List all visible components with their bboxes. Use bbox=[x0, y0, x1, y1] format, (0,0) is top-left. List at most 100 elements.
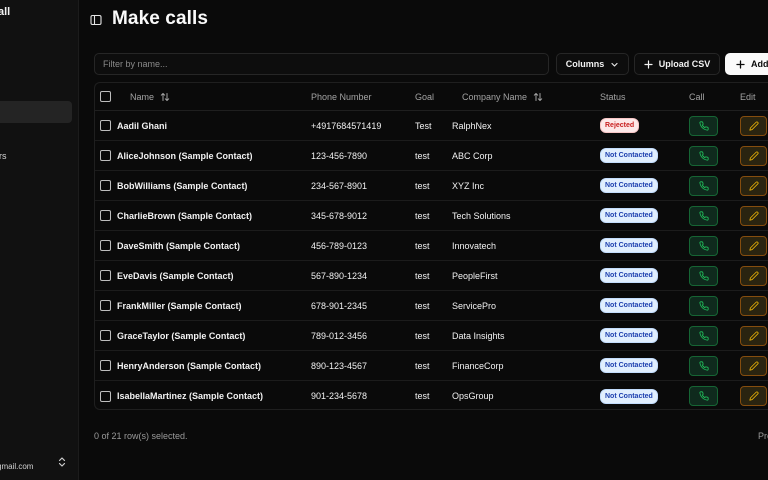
phone-icon bbox=[698, 210, 709, 221]
call-button[interactable] bbox=[689, 115, 718, 136]
phone-icon bbox=[698, 330, 709, 341]
edit-button[interactable] bbox=[740, 115, 767, 136]
company-name: OpsGroup bbox=[452, 391, 494, 401]
edit-button[interactable] bbox=[740, 235, 767, 256]
phone-number: 123-456-7890 bbox=[311, 150, 368, 161]
add-contact-button[interactable]: Add bbox=[725, 53, 768, 75]
contact-name: IsabellaMartinez (Sample Contact) bbox=[117, 391, 264, 401]
row-checkbox[interactable] bbox=[100, 240, 111, 251]
company-name: ServicePro bbox=[452, 300, 497, 311]
phone-icon bbox=[698, 120, 709, 131]
name-header-label: Name bbox=[130, 91, 155, 102]
row-checkbox[interactable] bbox=[100, 210, 111, 221]
filter-by-name-input[interactable] bbox=[94, 53, 549, 75]
edit-column-header: Edit bbox=[740, 91, 756, 102]
contact-name: CharlieBrown (Sample Contact) bbox=[117, 210, 253, 221]
upload-csv-button[interactable]: Upload CSV bbox=[634, 53, 720, 75]
edit-button[interactable] bbox=[740, 325, 767, 346]
sidebar-toggle-icon[interactable] bbox=[90, 14, 102, 26]
phone-number: 901-234-5678 bbox=[311, 391, 368, 401]
sort-arrows-icon[interactable] bbox=[160, 92, 170, 102]
row-checkbox[interactable] bbox=[100, 150, 111, 161]
name-column-header[interactable]: Name bbox=[130, 83, 170, 110]
table-row: GraceTaylor (Sample Contact) 789-012-345… bbox=[95, 321, 768, 351]
phone-icon bbox=[698, 150, 709, 161]
table-row: IsabellaMartinez (Sample Contact) 901-23… bbox=[95, 381, 768, 411]
row-checkbox[interactable] bbox=[100, 360, 111, 371]
select-all-checkbox[interactable] bbox=[100, 91, 111, 102]
call-button[interactable] bbox=[689, 235, 718, 256]
company-name: PeopleFirst bbox=[452, 270, 498, 281]
sidebar-user-email[interactable]: gmail.com bbox=[0, 462, 33, 471]
pencil-icon bbox=[748, 391, 758, 401]
row-checkbox[interactable] bbox=[100, 390, 111, 402]
phone-number: +4917684571419 bbox=[311, 120, 382, 131]
contact-name: FrankMiller (Sample Contact) bbox=[117, 300, 242, 311]
plus-icon bbox=[736, 59, 745, 69]
status-badge: Not Contacted bbox=[600, 358, 658, 373]
edit-button[interactable] bbox=[740, 295, 767, 316]
goal: test bbox=[415, 150, 430, 161]
contact-name: DaveSmith (Sample Contact) bbox=[117, 240, 241, 251]
edit-button[interactable] bbox=[740, 355, 767, 376]
edit-button[interactable] bbox=[740, 205, 767, 226]
sidebar-item-active[interactable] bbox=[0, 101, 72, 123]
row-checkbox[interactable] bbox=[100, 330, 111, 341]
upload-csv-label: Upload CSV bbox=[658, 59, 711, 69]
call-button[interactable] bbox=[689, 205, 718, 226]
goal-column-header: Goal bbox=[415, 91, 435, 102]
phone-icon bbox=[698, 270, 709, 281]
phone-icon bbox=[698, 391, 709, 401]
row-checkbox[interactable] bbox=[100, 120, 111, 131]
columns-label: Columns bbox=[565, 59, 605, 69]
plus-icon bbox=[644, 59, 653, 69]
company-name: RalphNex bbox=[452, 120, 492, 131]
goal: Test bbox=[415, 120, 432, 131]
row-checkbox[interactable] bbox=[100, 270, 111, 281]
previous-page-button[interactable]: Pre bbox=[758, 431, 768, 441]
chevrons-up-down-icon[interactable] bbox=[57, 456, 67, 468]
phone-number: 345-678-9012 bbox=[311, 210, 368, 221]
goal: test bbox=[415, 210, 430, 221]
table-row: BobWilliams (Sample Contact) 234-567-890… bbox=[95, 171, 768, 201]
edit-button[interactable] bbox=[740, 145, 767, 166]
pencil-icon bbox=[748, 271, 758, 281]
contact-name: BobWilliams (Sample Contact) bbox=[117, 180, 248, 191]
status-badge: Rejected bbox=[600, 118, 640, 133]
call-button[interactable] bbox=[689, 145, 718, 166]
row-checkbox[interactable] bbox=[100, 180, 111, 191]
status-column-header: Status bbox=[600, 91, 626, 102]
table-header: Name Phone Number Goal Company Name Stat… bbox=[95, 83, 768, 111]
table-row: EveDavis (Sample Contact) 567-890-1234 t… bbox=[95, 261, 768, 291]
call-button[interactable] bbox=[689, 386, 718, 406]
columns-button[interactable]: Columns bbox=[556, 53, 629, 75]
goal: test bbox=[415, 330, 430, 341]
call-button[interactable] bbox=[689, 295, 718, 316]
company-column-header[interactable]: Company Name bbox=[462, 83, 543, 110]
pencil-icon bbox=[748, 361, 758, 371]
company-name: FinanceCorp bbox=[452, 360, 504, 371]
edit-button[interactable] bbox=[740, 175, 767, 196]
goal: test bbox=[415, 300, 430, 311]
call-button[interactable] bbox=[689, 265, 718, 286]
company-header-label: Company Name bbox=[462, 91, 528, 102]
company-name: Data Insights bbox=[452, 330, 505, 341]
sort-arrows-icon[interactable] bbox=[533, 92, 543, 102]
company-name: ABC Corp bbox=[452, 150, 493, 161]
goal: test bbox=[415, 391, 430, 401]
status-badge: Not Contacted bbox=[600, 328, 658, 343]
edit-button[interactable] bbox=[740, 265, 767, 286]
edit-button[interactable] bbox=[740, 386, 767, 406]
contact-name: EveDavis (Sample Contact) bbox=[117, 270, 234, 281]
sidebar-item-label[interactable]: rs bbox=[0, 151, 7, 161]
table-row: DaveSmith (Sample Contact) 456-789-0123 … bbox=[95, 231, 768, 261]
status-badge: Not Contacted bbox=[600, 268, 658, 283]
call-button[interactable] bbox=[689, 175, 718, 196]
call-column-header: Call bbox=[689, 91, 705, 102]
call-button[interactable] bbox=[689, 355, 718, 376]
add-label: Add bbox=[751, 59, 768, 69]
row-checkbox[interactable] bbox=[100, 300, 111, 311]
call-button[interactable] bbox=[689, 325, 718, 346]
pencil-icon bbox=[748, 211, 758, 221]
sidebar: all rs gmail.com bbox=[0, 0, 79, 480]
